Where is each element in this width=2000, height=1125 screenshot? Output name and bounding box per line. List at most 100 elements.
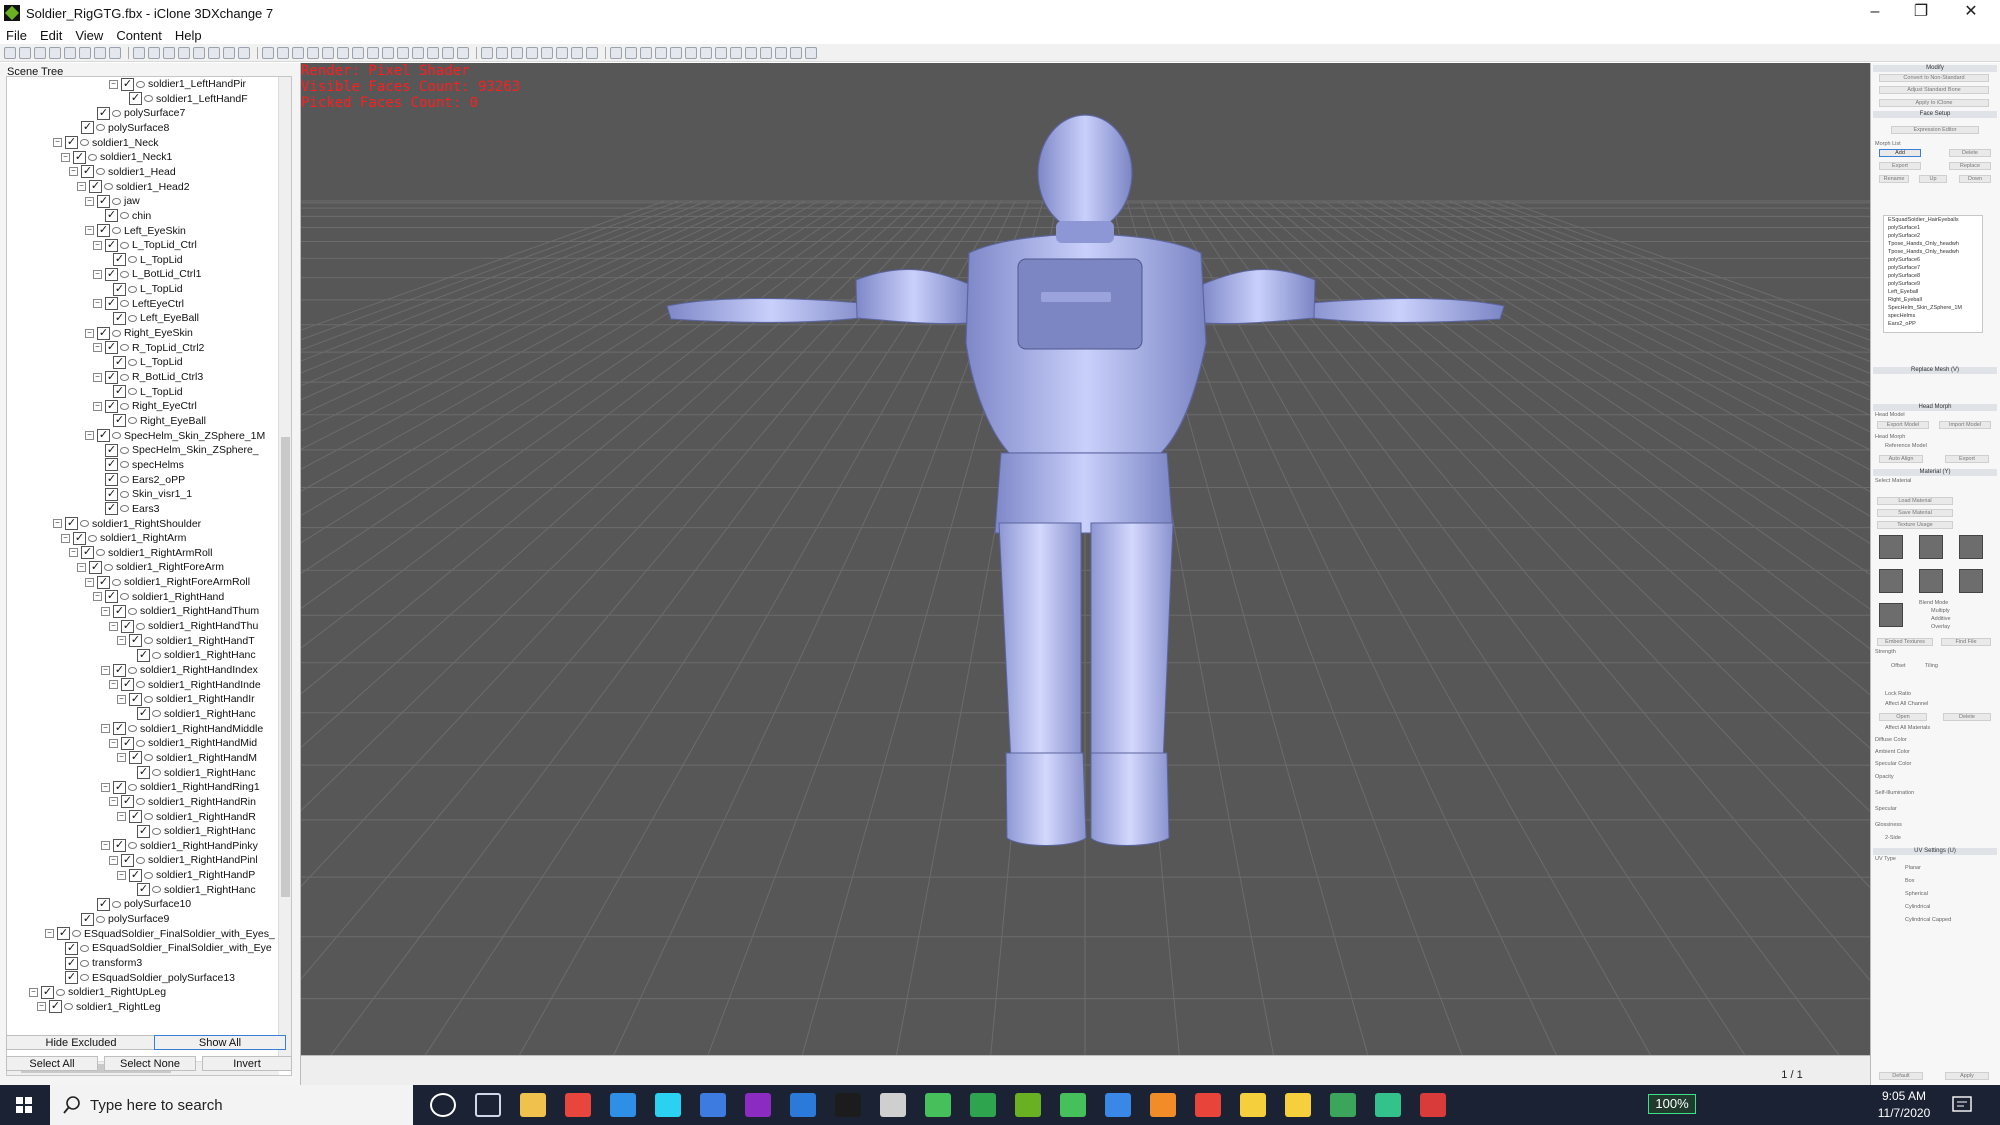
tree-node-checkbox[interactable]: ✓: [105, 399, 118, 413]
tree-node[interactable]: − ✓ soldier1_RightHandT: [117, 634, 255, 648]
menu-view[interactable]: View: [69, 28, 110, 43]
taskbar-app-icon[interactable]: [970, 1093, 996, 1117]
visibility-icon[interactable]: [128, 314, 137, 322]
tree-node[interactable]: − ✓ soldier1_RightHandMid: [109, 736, 257, 750]
toolbar-tool-icon[interactable]: [133, 46, 145, 59]
tree-expander-icon[interactable]: −: [61, 152, 70, 162]
toolbar-tool-icon[interactable]: [610, 46, 622, 59]
tree-node-checkbox[interactable]: ✓: [105, 443, 118, 457]
tree-node-checkbox[interactable]: ✓: [97, 897, 110, 911]
taskbar-app-icon[interactable]: [655, 1093, 681, 1117]
taskbar-app-icon[interactable]: [1015, 1093, 1041, 1117]
tree-node-checkbox[interactable]: ✓: [121, 77, 134, 91]
convert-non-standard-button[interactable]: Convert to Non-Standard: [1879, 74, 1989, 82]
tree-node[interactable]: − ✓ Right_EyeCtrl: [93, 399, 197, 413]
visibility-icon[interactable]: [144, 695, 153, 703]
tree-expander-icon[interactable]: −: [101, 724, 110, 734]
tree-node[interactable]: ✓ polySurface8: [69, 121, 169, 135]
uv-default-button[interactable]: Default: [1879, 1072, 1923, 1080]
tree-node-checkbox[interactable]: ✓: [65, 136, 78, 150]
tree-expander-icon[interactable]: −: [77, 562, 86, 572]
menu-content[interactable]: Content: [110, 28, 169, 43]
tree-expander-icon[interactable]: −: [109, 797, 118, 807]
toolbar-tool-icon[interactable]: [277, 46, 289, 59]
tree-node-checkbox[interactable]: ✓: [65, 517, 78, 530]
tree-node-checkbox[interactable]: ✓: [105, 502, 118, 516]
toolbar-tool-icon[interactable]: [511, 46, 523, 59]
toolbar-tool-icon[interactable]: [178, 46, 190, 59]
tree-expander-icon[interactable]: −: [101, 665, 110, 675]
taskbar-app-icon[interactable]: [1330, 1093, 1356, 1117]
scene-tree-list[interactable]: − ✓ soldier1_LeftHandPir ✓ soldier1_LeftHand…: [6, 76, 292, 1076]
open-texture-button[interactable]: Open: [1879, 713, 1927, 721]
tree-node-checkbox[interactable]: ✓: [113, 282, 126, 296]
tree-expander-icon[interactable]: −: [109, 738, 118, 748]
tree-node[interactable]: − ✓ soldier1_RightHandRing1: [101, 780, 260, 794]
toolbar-tool-icon[interactable]: [397, 46, 409, 59]
tree-node[interactable]: ✓ Right_EyeBall: [101, 414, 206, 428]
taskbar-app-icon[interactable]: [1375, 1093, 1401, 1117]
visibility-icon[interactable]: [128, 417, 137, 425]
visibility-icon[interactable]: [120, 241, 129, 249]
tree-node[interactable]: ✓ Left_EyeBall: [101, 311, 199, 325]
toolbar-tool-icon[interactable]: [223, 46, 235, 59]
tree-node[interactable]: − ✓ soldier1_RightHandR: [117, 810, 256, 824]
close-button[interactable]: ✕: [1948, 0, 1994, 26]
tree-node[interactable]: ✓ transform3: [53, 956, 142, 970]
tree-expander-icon[interactable]: −: [69, 548, 78, 558]
visibility-icon[interactable]: [144, 813, 153, 820]
tree-node-checkbox[interactable]: ✓: [105, 238, 118, 252]
tree-node-checkbox[interactable]: ✓: [73, 531, 86, 545]
visibility-icon[interactable]: [88, 534, 97, 542]
tree-node-checkbox[interactable]: ✓: [129, 868, 142, 882]
visibility-icon[interactable]: [144, 637, 153, 645]
visibility-icon[interactable]: [80, 520, 89, 527]
toolbar-tool-icon[interactable]: [292, 46, 304, 59]
visibility-icon[interactable]: [128, 285, 137, 293]
visibility-icon[interactable]: [152, 827, 161, 835]
reference-model-checkbox[interactable]: Reference Model: [1885, 443, 1927, 449]
tree-expander-icon[interactable]: −: [93, 299, 102, 309]
tree-node-checkbox[interactable]: ✓: [137, 707, 150, 721]
show-all-button[interactable]: Show All: [154, 1035, 286, 1050]
tree-node-checkbox[interactable]: ✓: [65, 941, 78, 955]
tree-node[interactable]: − ✓ soldier1_Neck: [53, 136, 159, 150]
tree-node-checkbox[interactable]: ✓: [121, 795, 134, 809]
tree-node[interactable]: − ✓ jaw: [85, 194, 140, 208]
toolbar-tool-icon[interactable]: [556, 46, 568, 59]
tree-expander-icon[interactable]: −: [117, 812, 126, 821]
tree-expander-icon[interactable]: −: [77, 182, 86, 192]
tree-node-checkbox[interactable]: ✓: [121, 736, 134, 750]
morph-list[interactable]: ESquadSoldier_HairEyeballs polySurface1 po…: [1883, 215, 1983, 333]
tree-node-checkbox[interactable]: ✓: [81, 165, 94, 179]
toolbar-tool-icon[interactable]: [19, 46, 31, 59]
tree-node-checkbox[interactable]: ✓: [137, 883, 150, 897]
menu-help[interactable]: Help: [169, 28, 209, 43]
tree-node[interactable]: ✓ soldier1_RightHanc: [125, 707, 256, 721]
tree-node[interactable]: − ✓ soldier1_RightShoulder: [53, 517, 201, 531]
tree-expander-icon[interactable]: −: [69, 167, 78, 177]
visibility-icon[interactable]: [128, 783, 137, 791]
diffuse-channel-icon[interactable]: [1879, 535, 1903, 559]
taskbar-app-icon[interactable]: [1150, 1093, 1176, 1117]
tree-node[interactable]: − ✓ soldier1_RightArm: [61, 531, 186, 545]
visibility-icon[interactable]: [152, 710, 161, 718]
toolbar-tool-icon[interactable]: [586, 46, 598, 59]
lock-ratio-checkbox[interactable]: Lock Ratio: [1885, 691, 1911, 697]
morph-list-item[interactable]: Tpose_Hands_Only_headwh: [1884, 240, 1982, 248]
tree-expander-icon[interactable]: −: [109, 79, 118, 89]
texture-usage-button[interactable]: Texture Usage: [1877, 521, 1953, 529]
visibility-icon[interactable]: [56, 988, 65, 996]
tree-node[interactable]: − ✓ soldier1_RightHandIndex: [101, 663, 258, 677]
tree-expander-icon[interactable]: −: [37, 1002, 46, 1012]
toolbar-tool-icon[interactable]: [208, 46, 220, 59]
tree-expander-icon[interactable]: −: [45, 929, 54, 939]
visibility-icon[interactable]: [96, 124, 105, 132]
visibility-icon[interactable]: [120, 476, 129, 484]
tree-node[interactable]: − ✓ soldier1_RightHandInde: [109, 678, 261, 692]
tree-expander-icon[interactable]: −: [109, 855, 118, 865]
visibility-icon[interactable]: [104, 563, 113, 571]
adjust-standard-bone-button[interactable]: Adjust Standard Bone: [1879, 86, 1989, 94]
tree-node-checkbox[interactable]: ✓: [121, 853, 134, 867]
tree-node[interactable]: − ✓ soldier1_RightHandRin: [109, 795, 256, 809]
